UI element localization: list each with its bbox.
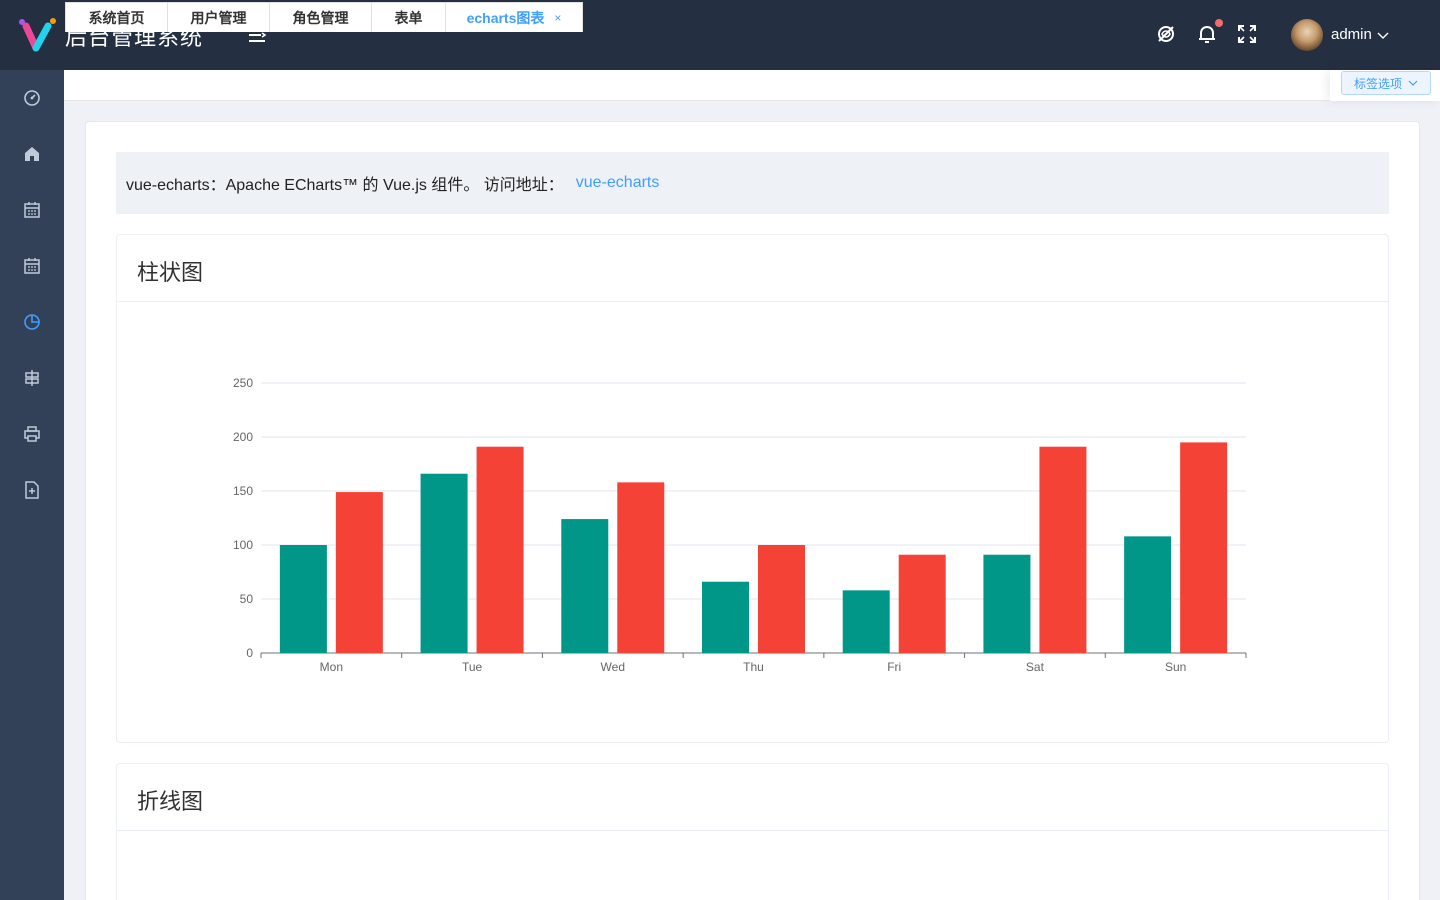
bar-chart-card: 柱状图 0 50 100 150 200 250 Mon Tue Wed Thu Fri Sat Sun bbox=[116, 234, 1389, 743]
bar-chart: 0 50 100 150 200 250 Mon Tue Wed Thu Fri Sat Sun bbox=[233, 376, 1247, 674]
sidebar-item-table[interactable] bbox=[0, 182, 64, 238]
close-icon[interactable]: × bbox=[554, 11, 561, 25]
bar-tue-series-2 bbox=[476, 446, 524, 653]
x-tick-label: Sat bbox=[1026, 660, 1045, 674]
bar-tue-series-1 bbox=[420, 473, 468, 653]
y-tick-label: 250 bbox=[233, 376, 253, 390]
sidebar-item-print[interactable] bbox=[0, 406, 64, 462]
bar-sun-series-1 bbox=[1124, 536, 1172, 653]
line-chart-card: 折线图 bbox=[116, 763, 1389, 900]
x-tick-label: Mon bbox=[320, 660, 343, 674]
tab-home[interactable]: 系统首页 bbox=[65, 2, 168, 32]
calendar-grid-icon bbox=[24, 258, 40, 274]
bar-sat-series-2 bbox=[1039, 446, 1087, 653]
bar-wed-series-2 bbox=[617, 482, 665, 653]
sidebar-item-home[interactable] bbox=[0, 126, 64, 182]
chevron-down-icon bbox=[1408, 80, 1418, 86]
fullscreen-icon[interactable] bbox=[1236, 23, 1258, 45]
x-tick-label: Wed bbox=[601, 660, 625, 674]
tab-roles[interactable]: 角色管理 bbox=[269, 2, 372, 32]
y-tick-label: 150 bbox=[233, 484, 253, 498]
bar-wed-series-1 bbox=[561, 519, 609, 653]
tab-label: echarts图表 bbox=[466, 9, 545, 26]
calendar-icon bbox=[24, 202, 40, 218]
sidebar-item-tools[interactable] bbox=[0, 350, 64, 406]
tags-options-label: 标签选项 bbox=[1353, 76, 1402, 91]
notification-bell-icon[interactable] bbox=[1196, 23, 1218, 45]
document-add-icon bbox=[25, 481, 39, 499]
bar-sun-series-2 bbox=[1180, 442, 1228, 653]
user-avatar[interactable] bbox=[1291, 19, 1323, 51]
sidebar-item-docs[interactable] bbox=[0, 462, 64, 518]
sidebar-item-charts[interactable] bbox=[0, 294, 64, 350]
chevron-down-icon[interactable] bbox=[1377, 29, 1389, 41]
home-icon bbox=[25, 147, 39, 161]
user-name[interactable]: admin bbox=[1331, 26, 1372, 43]
pie-chart-icon bbox=[24, 314, 40, 330]
tab-label: 表单 bbox=[394, 9, 423, 26]
bar-mon-series-1 bbox=[279, 545, 327, 653]
tab-echarts[interactable]: echarts图表 × bbox=[445, 2, 583, 32]
tab-label: 角色管理 bbox=[292, 9, 349, 26]
line-chart-title: 折线图 bbox=[137, 790, 204, 815]
bar-thu-series-2 bbox=[758, 545, 805, 653]
tab-label: 用户管理 bbox=[190, 9, 247, 26]
tab-label: 系统首页 bbox=[88, 9, 145, 26]
printer-icon bbox=[24, 426, 40, 442]
notification-badge bbox=[1215, 19, 1223, 27]
tags-options-button[interactable]: 标签选项 bbox=[1341, 71, 1431, 95]
y-tick-label: 50 bbox=[240, 592, 254, 606]
sidebar-item-dashboard[interactable] bbox=[0, 70, 64, 126]
tags-bar bbox=[64, 70, 1440, 101]
app-logo bbox=[19, 18, 56, 52]
tab-form[interactable]: 表单 bbox=[371, 2, 446, 32]
bar-fri-series-2 bbox=[898, 554, 946, 653]
dashboard-icon bbox=[24, 90, 40, 106]
card-header: 折线图 bbox=[117, 764, 1388, 831]
x-tick-label: Thu bbox=[743, 660, 764, 674]
bar-fri-series-1 bbox=[842, 590, 890, 653]
intro-text: vue-echarts：Apache ECharts™ 的 Vue.js 组件。… bbox=[126, 177, 564, 194]
tab-users[interactable]: 用户管理 bbox=[167, 2, 270, 32]
x-tick-label: Fri bbox=[887, 660, 901, 674]
sidebar bbox=[0, 70, 64, 900]
theme-toggle-icon[interactable] bbox=[1155, 23, 1177, 45]
y-tick-label: 200 bbox=[233, 430, 253, 444]
y-tick-label: 0 bbox=[246, 646, 253, 660]
vue-echarts-link[interactable]: vue-echarts bbox=[576, 174, 660, 192]
bar-mon-series-2 bbox=[335, 492, 383, 653]
signpost-icon bbox=[25, 370, 39, 386]
x-tick-label: Sun bbox=[1165, 660, 1186, 674]
bar-thu-series-1 bbox=[702, 581, 749, 653]
intro-banner: vue-echarts：Apache ECharts™ 的 Vue.js 组件。… bbox=[116, 152, 1389, 214]
bar-sat-series-1 bbox=[983, 554, 1031, 653]
sidebar-item-calendar[interactable] bbox=[0, 238, 64, 294]
y-tick-label: 100 bbox=[233, 538, 253, 552]
x-tick-label: Tue bbox=[462, 660, 483, 674]
